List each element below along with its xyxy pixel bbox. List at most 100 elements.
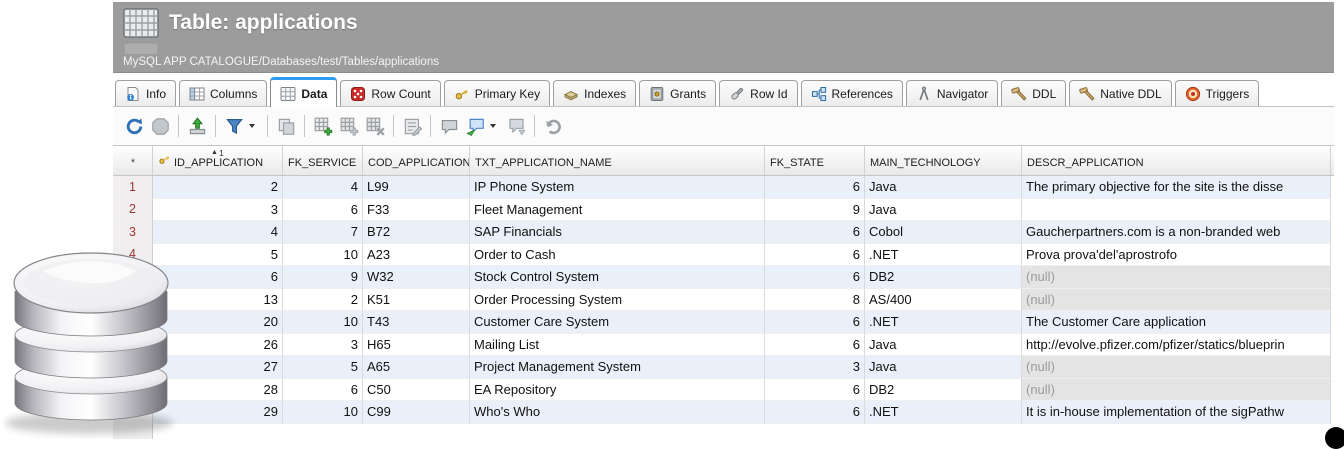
- tab-row-id[interactable]: Row Id: [719, 80, 797, 106]
- delete-row-button[interactable]: [362, 113, 388, 139]
- cell-cod_application[interactable]: C50: [363, 379, 470, 402]
- cell-main_technology[interactable]: .NET: [865, 311, 1022, 334]
- tab-info[interactable]: Info: [115, 80, 176, 106]
- cell-descr_application[interactable]: http://evolve.pfizer.com/pfizer/statics/…: [1022, 334, 1331, 357]
- tab-triggers[interactable]: Triggers: [1175, 80, 1260, 106]
- edit-row-button[interactable]: [399, 113, 425, 139]
- cell-txt_application_name[interactable]: Stock Control System: [470, 266, 765, 289]
- insert-row-button[interactable]: [310, 113, 336, 139]
- cell-id_application[interactable]: 26: [153, 334, 283, 357]
- cell-fk_service[interactable]: 10: [283, 244, 363, 267]
- cell-id_application[interactable]: 6: [153, 266, 283, 289]
- cell-fk_service[interactable]: 7: [283, 221, 363, 244]
- cell-cod_application[interactable]: A23: [363, 244, 470, 267]
- apply-edits-button[interactable]: [462, 113, 488, 139]
- cell-main_technology[interactable]: DB2: [865, 379, 1022, 402]
- column-header-cod_application[interactable]: COD_APPLICATION: [363, 146, 470, 175]
- cell-cod_application[interactable]: A65: [363, 356, 470, 379]
- tab-row-count[interactable]: Row Count: [340, 80, 440, 106]
- cell-descr_application[interactable]: The primary objective for the site is th…: [1022, 176, 1331, 199]
- cell-id_application[interactable]: 13: [153, 289, 283, 312]
- cell-txt_application_name[interactable]: Fleet Management: [470, 199, 765, 222]
- cell-fk_service[interactable]: 2: [283, 289, 363, 312]
- cell-id_application[interactable]: 28: [153, 379, 283, 402]
- cell-txt_application_name[interactable]: Order Processing System: [470, 289, 765, 312]
- cell-txt_application_name[interactable]: Customer Care System: [470, 311, 765, 334]
- row-number[interactable]: 4: [113, 244, 153, 267]
- cell-id_application[interactable]: 29: [153, 401, 283, 424]
- undo-button[interactable]: [540, 113, 566, 139]
- cell-fk_state[interactable]: 6: [765, 176, 865, 199]
- tab-references[interactable]: References: [801, 80, 903, 106]
- row-number[interactable]: 5: [113, 266, 153, 289]
- cell-fk_service[interactable]: 6: [283, 379, 363, 402]
- row-number[interactable]: 8: [113, 334, 153, 357]
- tab-navigator[interactable]: Navigator: [906, 80, 998, 106]
- tab-columns[interactable]: Columns: [179, 80, 267, 106]
- row-number[interactable]: 7: [113, 311, 153, 334]
- cell-id_application[interactable]: 4: [153, 221, 283, 244]
- row-number[interactable]: 9: [113, 356, 153, 379]
- cell-id_application[interactable]: 2: [153, 176, 283, 199]
- cell-fk_service[interactable]: 10: [283, 401, 363, 424]
- cell-main_technology[interactable]: Java: [865, 176, 1022, 199]
- tab-indexes[interactable]: Indexes: [553, 80, 636, 106]
- row-number[interactable]: 2: [113, 199, 153, 222]
- tab-data[interactable]: Data: [270, 77, 337, 107]
- comment-button[interactable]: [436, 113, 462, 139]
- cell-fk_state[interactable]: 6: [765, 244, 865, 267]
- row-number[interactable]: 10: [113, 379, 153, 402]
- cell-fk_state[interactable]: 6: [765, 379, 865, 402]
- cell-descr_application[interactable]: (null): [1022, 289, 1331, 312]
- cell-txt_application_name[interactable]: Mailing List: [470, 334, 765, 357]
- cell-descr_application[interactable]: (null): [1022, 266, 1331, 289]
- tab-native-ddl[interactable]: Native DDL: [1069, 80, 1171, 106]
- cell-main_technology[interactable]: .NET: [865, 244, 1022, 267]
- cell-fk_state[interactable]: 9: [765, 199, 865, 222]
- cell-txt_application_name[interactable]: IP Phone System: [470, 176, 765, 199]
- cell-cod_application[interactable]: B72: [363, 221, 470, 244]
- cell-main_technology[interactable]: Java: [865, 334, 1022, 357]
- column-header-fk_state[interactable]: FK_STATE: [765, 146, 865, 175]
- cell-fk_service[interactable]: 3: [283, 334, 363, 357]
- cell-cod_application[interactable]: C99: [363, 401, 470, 424]
- cell-cod_application[interactable]: F33: [363, 199, 470, 222]
- cell-cod_application[interactable]: W32: [363, 266, 470, 289]
- cell-fk_service[interactable]: 10: [283, 311, 363, 334]
- cell-id_application[interactable]: 5: [153, 244, 283, 267]
- grid-corner-header[interactable]: *: [113, 146, 153, 175]
- cell-main_technology[interactable]: DB2: [865, 266, 1022, 289]
- cell-descr_application[interactable]: [1022, 199, 1331, 222]
- reload-button[interactable]: [121, 113, 147, 139]
- row-number[interactable]: 3: [113, 221, 153, 244]
- duplicate-row-button[interactable]: [336, 113, 362, 139]
- cell-main_technology[interactable]: .NET: [865, 401, 1022, 424]
- column-header-descr_application[interactable]: DESCR_APPLICATION: [1022, 146, 1331, 175]
- cell-fk_service[interactable]: 5: [283, 356, 363, 379]
- cell-txt_application_name[interactable]: Project Management System: [470, 356, 765, 379]
- cell-id_application[interactable]: 20: [153, 311, 283, 334]
- cell-main_technology[interactable]: Java: [865, 199, 1022, 222]
- cell-fk_state[interactable]: 6: [765, 401, 865, 424]
- column-header-id_application[interactable]: ID_APPLICATION▲1: [153, 146, 283, 175]
- cell-descr_application[interactable]: (null): [1022, 356, 1331, 379]
- cell-main_technology[interactable]: AS/400: [865, 289, 1022, 312]
- copy-button[interactable]: [273, 113, 299, 139]
- filter-button[interactable]: [221, 113, 247, 139]
- cell-cod_application[interactable]: K51: [363, 289, 470, 312]
- cell-id_application[interactable]: 3: [153, 199, 283, 222]
- cell-main_technology[interactable]: Java: [865, 356, 1022, 379]
- cell-fk_service[interactable]: 9: [283, 266, 363, 289]
- filter-dropdown-caret[interactable]: [249, 124, 255, 128]
- cell-descr_application[interactable]: It is in-house implementation of the sig…: [1022, 401, 1331, 424]
- cell-fk_state[interactable]: 6: [765, 334, 865, 357]
- row-number[interactable]: 11: [113, 401, 153, 424]
- cell-fk_service[interactable]: 4: [283, 176, 363, 199]
- cell-cod_application[interactable]: H65: [363, 334, 470, 357]
- cell-descr_application[interactable]: Gaucherpartners.com is a non-branded web: [1022, 221, 1331, 244]
- cell-main_technology[interactable]: Cobol: [865, 221, 1022, 244]
- tab-ddl[interactable]: DDL: [1001, 80, 1066, 106]
- column-header-fk_service[interactable]: FK_SERVICE: [283, 146, 363, 175]
- tab-grants[interactable]: Grants: [639, 80, 716, 106]
- cell-fk_state[interactable]: 6: [765, 221, 865, 244]
